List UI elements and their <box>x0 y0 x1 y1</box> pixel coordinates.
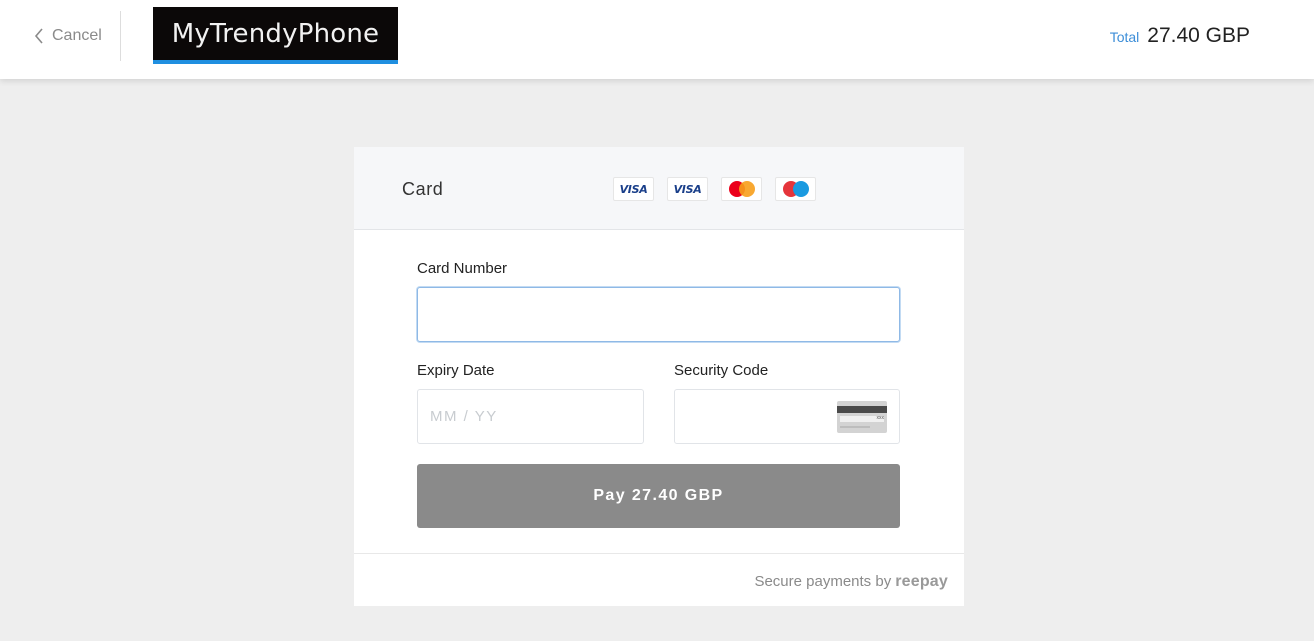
cancel-label: Cancel <box>52 27 102 44</box>
card-back-cvc-icon: xxx <box>837 401 887 433</box>
merchant-logo: MyTrendyPhone <box>153 7 398 64</box>
visa-icon: VISA <box>613 177 654 201</box>
chevron-left-icon <box>34 28 43 44</box>
footer-divider <box>354 553 964 554</box>
total-label: Total <box>1109 29 1140 45</box>
accepted-cards: VISA VISA <box>613 177 816 201</box>
header-divider <box>120 11 121 61</box>
pay-button[interactable]: Pay 27.40 GBP <box>417 464 900 528</box>
card-number-input[interactable] <box>417 287 900 342</box>
security-code-label: Security Code <box>674 362 769 379</box>
order-total: Total 27.40 GBP <box>1110 24 1250 48</box>
secure-payments-footer: Secure payments by reepay <box>754 573 948 591</box>
payment-method-title: Card <box>402 179 444 199</box>
logo-text: MyTrendyPhone <box>171 18 380 49</box>
expiry-date-input[interactable] <box>417 389 644 444</box>
card-payment-panel: Card VISA VISA Card Number Expiry Date S… <box>354 147 964 606</box>
header-bar: Cancel MyTrendyPhone Total 27.40 GBP <box>0 0 1314 79</box>
mastercard-icon <box>721 177 762 201</box>
card-number-label: Card Number <box>417 260 508 277</box>
secure-payments-text: Secure payments by <box>754 573 892 590</box>
payment-method-header: Card VISA VISA <box>354 147 964 230</box>
reepay-logo: reepay <box>895 573 948 590</box>
cancel-link[interactable]: Cancel <box>34 24 102 48</box>
maestro-icon <box>775 177 816 201</box>
visa-electron-logo-text: VISA <box>673 182 702 196</box>
visa-electron-icon: VISA <box>667 177 708 201</box>
visa-logo-text: VISA <box>619 182 648 196</box>
expiry-date-label: Expiry Date <box>417 362 495 379</box>
total-amount: 27.40 GBP <box>1147 24 1250 47</box>
